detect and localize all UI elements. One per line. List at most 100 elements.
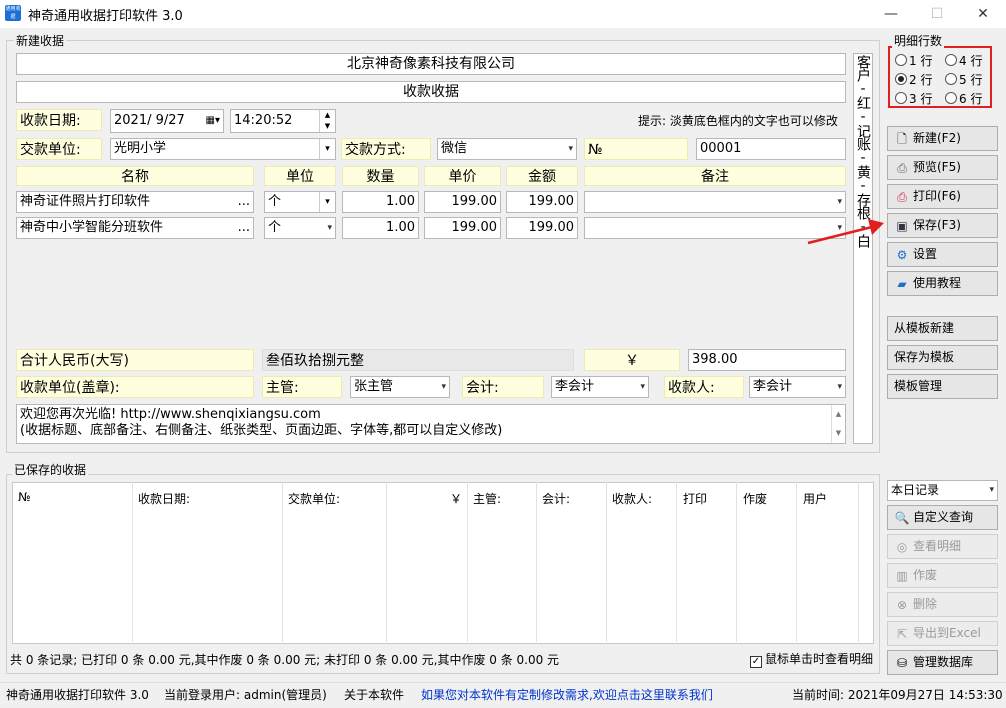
column-header-cashier[interactable]: 收款人: [612, 490, 652, 507]
chevron-down-icon[interactable]: ▾ [640, 377, 645, 397]
maximize-button[interactable]: ☐ [914, 0, 960, 28]
custom-query-button[interactable]: 🔍 自定义查询 [887, 505, 998, 530]
payer-label[interactable]: 交款单位: [16, 138, 102, 160]
total-words-label[interactable]: 合计人民币(大写) [16, 349, 254, 371]
chevron-down-icon[interactable]: ▾ [989, 481, 994, 500]
tutorial-button[interactable]: ▰ 使用教程 [887, 271, 998, 296]
void-button[interactable]: ▥ 作废 [887, 563, 998, 588]
delete-button[interactable]: ⊗ 删除 [887, 592, 998, 617]
row-2-price[interactable]: 199.00 [424, 217, 501, 239]
scrollbar[interactable]: ▲ ▼ [831, 405, 845, 443]
accountant-select[interactable]: 李会计 ▾ [551, 376, 649, 398]
number-field[interactable]: 00001 [696, 138, 846, 160]
row-1-note[interactable]: ▾ [584, 191, 846, 213]
chevron-down-icon[interactable]: ▾ [319, 139, 335, 159]
minimize-button[interactable]: — [868, 0, 914, 28]
chevron-down-icon[interactable]: ▾ [327, 218, 332, 238]
record-filter-select[interactable]: 本日记录 ▾ [887, 480, 998, 501]
column-header-void[interactable]: 作废 [743, 490, 767, 507]
preview-button[interactable]: ⎙ 预览(F5) [887, 155, 998, 180]
title-bar: 通用收据 神奇通用收据打印软件 3.0 — ☐ ✕ [0, 0, 1006, 28]
column-header-user[interactable]: 用户 [803, 490, 827, 507]
view-detail-button[interactable]: ◎ 查看明细 [887, 534, 998, 559]
chevron-down-icon[interactable]: ▾ [568, 139, 573, 159]
radio-1-row[interactable]: 1 行 [895, 52, 932, 69]
column-header-payer[interactable]: 交款单位: [288, 490, 340, 507]
manage-database-button[interactable]: ⛁ 管理数据库 [887, 650, 998, 675]
header-name[interactable]: 名称 [16, 166, 254, 186]
header-note[interactable]: 备注 [584, 166, 846, 186]
time-field[interactable]: 14:20:52 ▲ ▼ [230, 109, 336, 133]
supervisor-label[interactable]: 主管: [262, 376, 342, 398]
supervisor-select[interactable]: 张主管 ▾ [350, 376, 450, 398]
row-2-unit[interactable]: 个 ▾ [264, 217, 336, 239]
row-2-qty[interactable]: 1.00 [342, 217, 419, 239]
method-value: 微信 [441, 141, 468, 156]
column-header-accountant[interactable]: 会计: [542, 490, 570, 507]
side-note-field[interactable]: 客户-红-记账-黄-存根-白 [853, 53, 873, 444]
summary-text: 共 0 条记录; 已打印 0 条 0.00 元,其中作废 0 条 0.00 元;… [10, 653, 560, 667]
receipt-title-field[interactable]: 收款收据 [16, 81, 846, 103]
column-header-date[interactable]: 收款日期: [138, 490, 190, 507]
row-1-name[interactable]: 神奇证件照片打印软件... [16, 191, 254, 213]
cashier-select[interactable]: 李会计 ▾ [749, 376, 846, 398]
red-arrow-annotation [807, 219, 884, 245]
time-spinner-icon[interactable]: ▲ ▼ [319, 110, 335, 132]
click-detail-checkbox[interactable]: ✓ 鼠标单击时查看明细 [750, 650, 873, 668]
export-excel-button[interactable]: ⇱ 导出到Excel [887, 621, 998, 646]
column-header-yen[interactable]: ￥ [450, 490, 462, 507]
radio-2-row[interactable]: 2 行 [895, 71, 932, 88]
company-field[interactable]: 北京神奇像素科技有限公司 [16, 53, 846, 75]
ellipsis-icon[interactable]: ... [238, 218, 250, 238]
header-amount[interactable]: 金额 [506, 166, 578, 186]
chevron-down-icon[interactable]: ▾ [319, 192, 335, 212]
column-header-supervisor[interactable]: 主管: [473, 490, 501, 507]
chevron-down-icon[interactable]: ▾ [837, 192, 842, 212]
method-select[interactable]: 微信 ▾ [437, 138, 577, 160]
save-button[interactable]: ▣ 保存(F3) [887, 213, 998, 238]
chevron-down-icon[interactable]: ▾ [441, 377, 446, 397]
checkmark-icon: ✓ [750, 656, 762, 668]
row-2-amount[interactable]: 199.00 [506, 217, 578, 239]
contact-link[interactable]: 如果您对本软件有定制修改需求,欢迎点击这里联系我们 [421, 683, 713, 707]
close-button[interactable]: ✕ [960, 0, 1006, 28]
print-button[interactable]: ⎙ 打印(F6) [887, 184, 998, 209]
row-1-price[interactable]: 199.00 [424, 191, 501, 213]
radio-3-row[interactable]: 3 行 [895, 90, 932, 107]
method-label[interactable]: 交款方式: [341, 138, 431, 160]
column-header-printed[interactable]: 打印 [683, 490, 707, 507]
calendar-icon[interactable]: ▦▾ [206, 110, 220, 132]
save-template-button[interactable]: 保存为模板 [887, 345, 998, 370]
new-document-icon: 🗋 [897, 131, 907, 146]
about-link[interactable]: 关于本软件 [344, 683, 404, 707]
new-button[interactable]: 🗋 新建(F2) [887, 126, 998, 151]
row-1-amount[interactable]: 199.00 [506, 191, 578, 213]
number-label[interactable]: № [584, 138, 688, 160]
yen-label[interactable]: ￥ [584, 349, 680, 371]
radio-5-row[interactable]: 5 行 [945, 71, 982, 88]
row-2-name[interactable]: 神奇中小学智能分班软件... [16, 217, 254, 239]
manage-template-button[interactable]: 模板管理 [887, 374, 998, 399]
settings-button[interactable]: ⚙ 设置 [887, 242, 998, 267]
header-price[interactable]: 单价 [424, 166, 501, 186]
footer-line-2: (收据标题、底部备注、右侧备注、纸张类型、页面边距、字体等,都可以自定义修改) [20, 423, 503, 438]
row-1-unit[interactable]: 个 ▾ [264, 191, 336, 213]
cashier-label[interactable]: 收款人: [664, 376, 744, 398]
radio-6-row[interactable]: 6 行 [945, 90, 982, 107]
date-label[interactable]: 收款日期: [16, 109, 102, 131]
payer-select[interactable]: 光明小学 ▾ [110, 138, 336, 160]
stamp-label[interactable]: 收款单位(盖章): [16, 376, 254, 398]
column-header-number[interactable]: № [18, 490, 30, 504]
row-1-qty[interactable]: 1.00 [342, 191, 419, 213]
header-unit[interactable]: 单位 [264, 166, 336, 186]
radio-4-row[interactable]: 4 行 [945, 52, 982, 69]
saved-receipts-label: 已保存的收据 [12, 461, 89, 478]
ellipsis-icon[interactable]: ... [238, 192, 250, 212]
footer-memo[interactable]: 欢迎您再次光临! http://www.shenqixiangsu.com (收… [16, 404, 846, 444]
chevron-down-icon[interactable]: ▾ [837, 377, 842, 397]
accountant-label[interactable]: 会计: [462, 376, 544, 398]
from-template-button[interactable]: 从模板新建 [887, 316, 998, 341]
header-qty[interactable]: 数量 [342, 166, 419, 186]
date-picker[interactable]: 2021/ 9/27 ▦▾ [110, 109, 224, 133]
gear-icon: ⚙ [896, 247, 908, 262]
